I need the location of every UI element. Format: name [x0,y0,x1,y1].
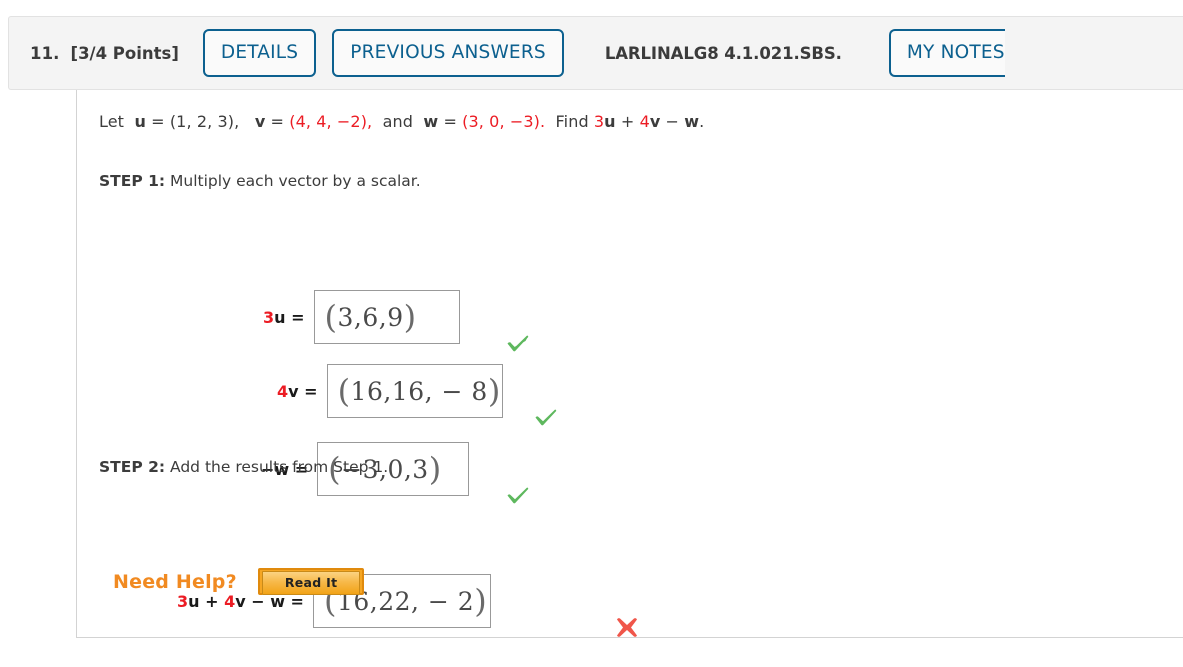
vector-u-label: u [134,112,146,131]
equals-2: = [265,112,290,131]
find-coef-3: 3 [593,112,605,131]
answer-row-4v: 4v = (16,16, − 8) [277,364,503,418]
textbook-reference-code: LARLINALG8 4.1.021.SBS. [604,43,842,63]
vec-v: v [288,381,299,401]
read-it-button-label: Read It [261,571,361,595]
and-text: and [382,112,414,131]
answer-text-3u: 3,6,9 [337,302,404,332]
find-v: v [649,112,661,131]
answer-input-3u[interactable]: (3,6,9) [313,290,460,344]
paren-open-3u: ( [324,297,338,336]
coef-3: 3 [263,307,275,327]
vector-u-value: (1, 2, 3), [169,112,240,131]
find-u: u [604,112,616,131]
details-button[interactable]: DETAILS [202,29,317,77]
equals-3: = [438,112,463,131]
problem-statement: Let u = (1, 2, 3), v = (4, 4, −2), and w… [99,112,704,131]
vector-w-value: (3, 0, −3). [462,112,546,131]
label-3u: 3u = [263,308,305,327]
find-minus: − [660,112,685,131]
equals-1: = [145,112,170,131]
find-w: w [684,112,700,131]
step-1-heading: STEP 1: Multiply each vector by a scalar… [99,172,421,190]
step-2-heading: STEP 2: Add the results from Step 1. [99,458,388,476]
read-it-button[interactable]: Read It [257,568,365,595]
green-check-icon [533,405,559,431]
coef-4: 4 [277,381,289,401]
step-1-label: STEP 1: [99,172,166,190]
step-2-text: Add the results from Step 1. [170,458,389,476]
vector-v-label: v [254,112,266,131]
vector-w-label: w [423,112,439,131]
vec-u: u [274,307,286,327]
previous-answers-button[interactable]: PREVIOUS ANSWERS [332,29,564,77]
paren-open-4v: ( [337,371,351,410]
find-coef-4: 4 [639,112,650,131]
answer-input-4v[interactable]: (16,16, − 8) [326,364,503,418]
paren-close-sum: ) [474,581,488,620]
green-check-icon [505,483,531,509]
paren-close-nw: ) [428,449,442,488]
answer-row-3u: 3u = (3,6,9) [263,290,460,344]
need-help-label: Need Help? [113,570,237,593]
need-help-section: Need Help? Read It [113,568,365,595]
points-earned: [3/4 Points] [70,43,179,63]
find-period: . [699,112,705,131]
paren-close-4v: ) [487,371,501,410]
green-check-icon [505,331,531,357]
question-number: 11. [30,43,60,63]
paren-close-3u: ) [403,297,417,336]
question-header-bar: 11. [3/4 Points] DETAILS PREVIOUS ANSWER… [8,16,1183,90]
find-plus: + [615,112,640,131]
eq-3u: = [285,307,305,327]
label-4v: 4v = [277,382,318,401]
vector-v-value: (4, 4, −2), [289,112,373,131]
my-notes-button[interactable]: MY NOTES [888,29,1005,77]
step-1-text: Multiply each vector by a scalar. [170,172,421,190]
question-content-panel: Let u = (1, 2, 3), v = (4, 4, −2), and w… [76,90,1183,638]
answer-text-4v: 16,16, − 8 [350,376,488,406]
prompt-lead: Let [99,112,125,131]
red-x-icon [613,614,641,642]
eq-4v: = [298,381,318,401]
step-2-label: STEP 2: [99,458,166,476]
answer-value-3u: (3,6,9) [325,301,417,333]
answer-value-4v: (16,16, − 8) [338,375,501,407]
find-text: Find [555,112,589,131]
